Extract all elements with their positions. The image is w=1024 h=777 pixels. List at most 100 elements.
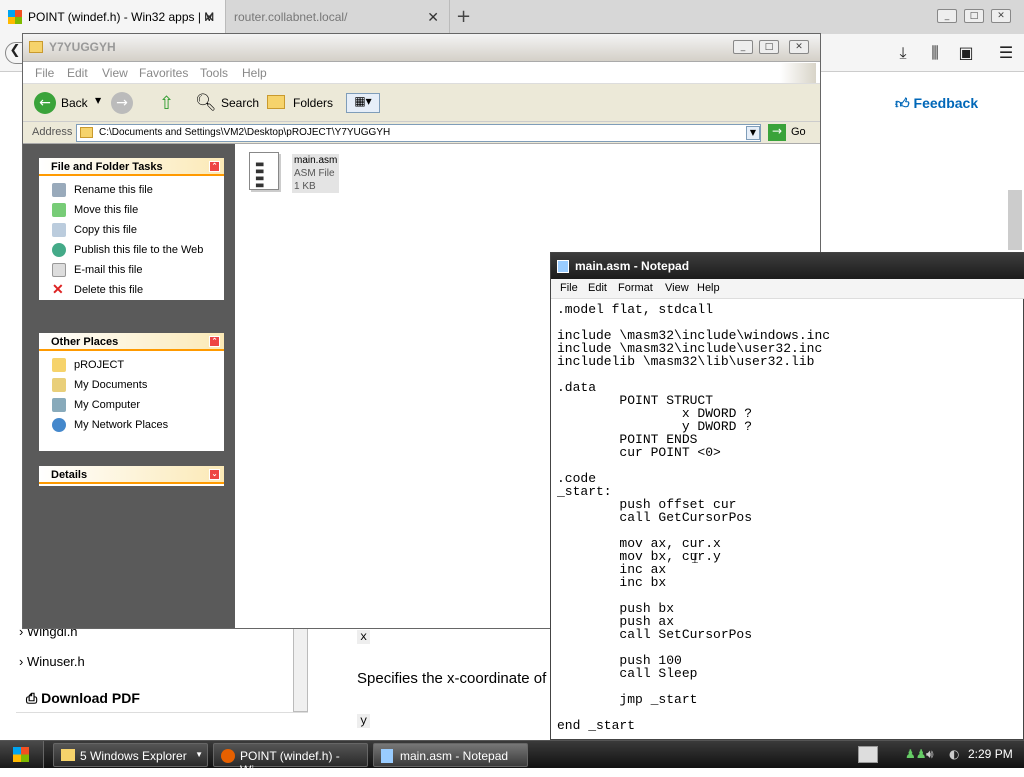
browser-tab[interactable]: router.collabnet.local/ ✕ [225, 0, 450, 34]
folder-icon [80, 127, 93, 138]
new-tab-button[interactable]: + [456, 6, 471, 27]
views-icon[interactable]: ▦▾ [346, 93, 380, 113]
library-icon[interactable]: ⫼ [924, 43, 946, 63]
download-pdf-link[interactable]: ⎙ Download PDF [26, 690, 140, 707]
feedback-label: Feedback [913, 95, 979, 111]
close-button[interactable]: ✕ [789, 40, 809, 54]
maximize-button[interactable]: □ [759, 40, 779, 54]
download-icon[interactable]: ⤓ [892, 43, 914, 63]
collapse-icon[interactable]: ⌃ [209, 336, 220, 347]
close-icon[interactable]: ✕ [203, 9, 215, 26]
toc-item[interactable]: › Winuser.h [19, 654, 85, 669]
menu-format[interactable]: Format [618, 282, 653, 294]
go-button[interactable]: Go [791, 126, 806, 138]
notepad-icon [557, 260, 569, 273]
taskbar-item-firefox[interactable]: POINT (windef.h) - Wi... [213, 743, 368, 777]
panel-header[interactable]: Other Places ⌃ [39, 333, 224, 351]
menu-tools[interactable]: Tools [200, 66, 228, 80]
chevron-down-icon[interactable]: ▼ [95, 96, 101, 105]
menu-edit[interactable]: Edit [67, 66, 88, 80]
firefox-icon [221, 749, 235, 763]
menu-icon[interactable]: ☰ [995, 43, 1017, 63]
feedback-link[interactable]: 👍︎ Feedback [895, 95, 978, 112]
start-button[interactable] [0, 741, 44, 768]
close-button[interactable]: ✕ [991, 9, 1011, 23]
folder-icon [61, 749, 75, 761]
file-tasks-panel: File and Folder Tasks ⌃ Rename this file … [39, 158, 224, 300]
panel-header[interactable]: File and Folder Tasks ⌃ [39, 158, 224, 176]
back-label[interactable]: Back [61, 96, 88, 110]
place-network[interactable]: My Network Places [39, 415, 224, 435]
menu-file[interactable]: File [35, 66, 54, 80]
minimize-button[interactable]: _ [733, 40, 753, 54]
window-title: main.asm - Notepad [575, 259, 690, 273]
sidebar-icon[interactable]: ▣ [955, 43, 977, 63]
place-project[interactable]: pROJECT [39, 355, 224, 375]
collapse-icon[interactable]: ⌃ [209, 161, 220, 172]
taskbar-item-explorer[interactable]: 5 Windows Explorer ▼ [53, 743, 208, 767]
notepad-text-area[interactable]: .model flat, stdcall include \masm32\inc… [557, 303, 1023, 739]
volume-icon[interactable]: 🔊︎ [926, 747, 934, 762]
explorer-task-pane: File and Folder Tasks ⌃ Rename this file … [23, 144, 235, 628]
windows-logo-icon [8, 10, 22, 24]
task-rename[interactable]: Rename this file [39, 180, 224, 200]
taskbar-item-notepad[interactable]: main.asm - Notepad [373, 743, 528, 767]
browser-tab-active[interactable]: POINT (windef.h) - Win32 apps | M ✕ [0, 0, 225, 34]
up-folder-icon[interactable]: ⇧ [159, 93, 174, 114]
place-my-documents[interactable]: My Documents [39, 375, 224, 395]
notepad-title-bar[interactable]: main.asm - Notepad [551, 253, 1024, 279]
chevron-down-icon: ▼ [195, 750, 203, 759]
windows-logo-icon [13, 747, 29, 762]
address-input[interactable]: C:\Documents and Settings\VM2\Desktop\pR… [76, 124, 761, 142]
file-item[interactable]: ▬ ▬ ▬ ▬ main.asm ASM File 1 KB [249, 152, 341, 196]
toc-scrollbar[interactable] [293, 628, 308, 712]
email-icon [52, 263, 66, 277]
menu-view[interactable]: View [102, 66, 128, 80]
file-name: main.asm [294, 155, 338, 166]
search-button[interactable]: Search [221, 96, 259, 110]
close-icon[interactable]: ✕ [427, 9, 439, 26]
task-move[interactable]: Move this file [39, 200, 224, 220]
globe-icon [52, 243, 66, 257]
forward-arrow-icon[interactable]: → [111, 92, 133, 114]
keyboard-icon[interactable] [858, 746, 878, 763]
window-controls: _ □ ✕ [937, 9, 1017, 23]
tray-icon[interactable]: ◐ [949, 747, 959, 761]
menu-favorites[interactable]: Favorites [139, 66, 188, 80]
other-places-panel: Other Places ⌃ pROJECT My Documents My Co… [39, 333, 224, 451]
documents-icon [52, 378, 66, 392]
folder-icon [52, 358, 66, 372]
network-icon [52, 418, 66, 432]
menu-help[interactable]: Help [697, 282, 720, 294]
network-status-icon[interactable]: ♟♟ [905, 747, 927, 761]
search-icon[interactable]: 🔍︎ [195, 93, 217, 113]
place-my-computer[interactable]: My Computer [39, 395, 224, 415]
address-label: Address [32, 126, 73, 138]
notepad-window: main.asm - Notepad File Edit Format View… [550, 252, 1024, 740]
menu-edit[interactable]: Edit [588, 282, 607, 294]
notepad-icon [381, 749, 393, 763]
text-cursor-icon: 𝙸 [690, 551, 700, 567]
windows-flag-icon [780, 63, 816, 83]
folders-button[interactable]: Folders [293, 96, 333, 110]
maximize-button[interactable]: □ [964, 9, 984, 23]
minimize-button[interactable]: _ [937, 9, 957, 23]
notepad-menu-bar: File Edit Format View Help [551, 279, 1024, 299]
menu-file[interactable]: File [560, 282, 578, 294]
back-arrow-icon[interactable]: ← [34, 92, 56, 114]
expand-icon[interactable]: ⌄ [209, 469, 220, 480]
delete-x-icon: ✕ [52, 281, 64, 297]
menu-view[interactable]: View [665, 282, 689, 294]
task-publish[interactable]: Publish this file to the Web [39, 240, 224, 260]
panel-header[interactable]: Details ⌄ [39, 466, 224, 484]
menu-help[interactable]: Help [242, 66, 267, 80]
address-bar: Address C:\Documents and Settings\VM2\De… [23, 122, 820, 144]
task-copy[interactable]: Copy this file [39, 220, 224, 240]
task-email[interactable]: E-mail this file [39, 260, 224, 280]
divider [16, 712, 308, 713]
page-scrollbar[interactable] [1008, 190, 1022, 250]
task-delete[interactable]: ✕ Delete this file [39, 280, 224, 300]
go-arrow-icon[interactable]: → [768, 124, 786, 141]
chevron-down-icon[interactable]: ▼ [746, 126, 760, 140]
explorer-title-bar[interactable]: Y7YUGGYH _ □ ✕ [23, 34, 820, 62]
